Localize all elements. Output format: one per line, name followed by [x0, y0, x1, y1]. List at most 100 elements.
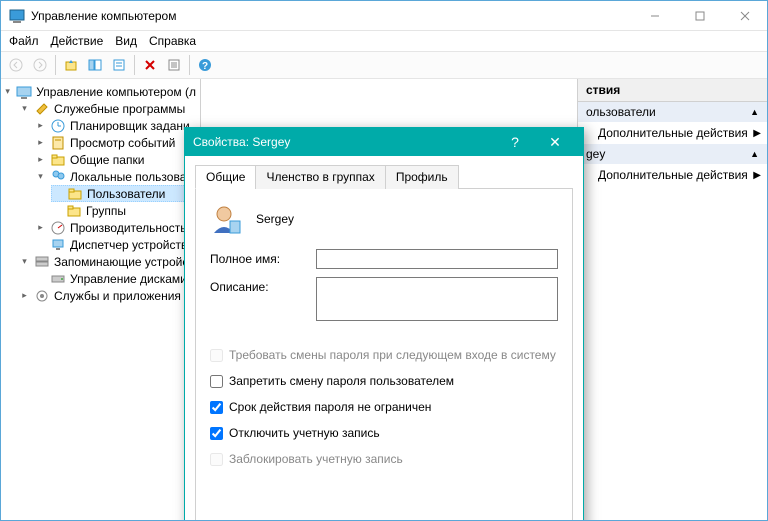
- event-icon: [50, 135, 66, 151]
- shared-folder-icon: [50, 152, 66, 168]
- disk-icon: [50, 271, 66, 287]
- tree-storage[interactable]: ▾Запоминающие устройс: [19, 253, 200, 270]
- users-icon: [50, 169, 66, 185]
- dialog-help-button[interactable]: ?: [495, 128, 535, 156]
- neverexpires-checkbox[interactable]: [210, 401, 223, 414]
- properties-button[interactable]: [108, 54, 130, 76]
- maximize-button[interactable]: [677, 1, 722, 30]
- help-button[interactable]: ?: [194, 54, 216, 76]
- expand-icon[interactable]: ▸: [35, 120, 46, 131]
- actions-pane: ствия ользователи▲ Дополнительные действ…: [577, 79, 767, 520]
- description-label: Описание:: [210, 277, 310, 294]
- submenu-arrow-icon: ▶: [753, 170, 761, 181]
- tree[interactable]: ▾ Управление компьютером (л ▾ Служебные …: [1, 83, 200, 304]
- tree-eventviewer[interactable]: ▸Просмотр событий: [35, 134, 200, 151]
- collapse-triangle-icon: ▲: [750, 149, 759, 159]
- menu-view[interactable]: Вид: [115, 34, 137, 48]
- submenu-arrow-icon: ▶: [753, 128, 761, 139]
- fullname-label: Полное имя:: [210, 249, 310, 266]
- expand-icon[interactable]: ▸: [35, 137, 46, 148]
- storage-icon: [34, 254, 50, 270]
- minimize-button[interactable]: [632, 1, 677, 30]
- properties-dialog: Свойства: Sergey ? ✕ Общие Членство в гр…: [184, 127, 584, 520]
- toolbar-separator: [189, 55, 190, 75]
- tree-diskmgmt[interactable]: Управление дисками: [35, 270, 200, 287]
- up-button[interactable]: [60, 54, 82, 76]
- dialog-titlebar: Свойства: Sergey ? ✕: [185, 128, 583, 156]
- tab-content-general: Sergey Полное имя: Описание: Требовать с…: [195, 189, 573, 520]
- tree-users[interactable]: Пользователи: [51, 185, 200, 202]
- window-title: Управление компьютером: [31, 9, 632, 23]
- actions-more-1[interactable]: Дополнительные действия▶: [578, 122, 767, 144]
- mustchange-checkbox: [210, 349, 223, 362]
- description-row: Описание:: [210, 277, 558, 324]
- toolbar: ?: [1, 51, 767, 79]
- actions-header: ствия: [578, 79, 767, 102]
- check-cannotchange[interactable]: Запретить смену пароля пользователем: [210, 372, 558, 390]
- computer-mgmt-icon: [16, 84, 32, 100]
- tree-pane: ▾ Управление компьютером (л ▾ Служебные …: [1, 79, 201, 520]
- tree-groups[interactable]: Группы: [51, 202, 200, 219]
- tree-utilities[interactable]: ▾ Служебные программы: [19, 100, 200, 117]
- collapse-icon[interactable]: ▾: [19, 256, 30, 267]
- close-button[interactable]: [722, 1, 767, 30]
- username-label: Sergey: [256, 212, 294, 226]
- tree-performance[interactable]: ▸Производительность: [35, 219, 200, 236]
- collapse-triangle-icon: ▲: [750, 107, 759, 117]
- tools-icon: [34, 101, 50, 117]
- export-button[interactable]: [163, 54, 185, 76]
- check-neverexpires[interactable]: Срок действия пароля не ограничен: [210, 398, 558, 416]
- check-disabled[interactable]: Отключить учетную запись: [210, 424, 558, 442]
- actions-section-users[interactable]: ользователи▲: [578, 102, 767, 122]
- collapse-icon[interactable]: ▾: [3, 86, 12, 97]
- dialog-body: Общие Членство в группах Профиль Sergey …: [185, 156, 583, 520]
- locked-checkbox: [210, 453, 223, 466]
- delete-button[interactable]: [139, 54, 161, 76]
- collapse-icon[interactable]: ▾: [19, 103, 30, 114]
- clock-icon: [50, 118, 66, 134]
- content-area: ▾ Управление компьютером (л ▾ Служебные …: [1, 79, 767, 520]
- description-input[interactable]: [316, 277, 558, 321]
- expand-icon[interactable]: ▸: [35, 154, 46, 165]
- menu-help[interactable]: Справка: [149, 34, 196, 48]
- expand-icon[interactable]: ▸: [19, 290, 30, 301]
- tab-general[interactable]: Общие: [195, 165, 256, 189]
- device-icon: [50, 237, 66, 253]
- dialog-close-button[interactable]: ✕: [535, 128, 575, 156]
- user-icon: [210, 203, 242, 235]
- disabled-checkbox[interactable]: [210, 427, 223, 440]
- show-hide-tree-button[interactable]: [84, 54, 106, 76]
- toolbar-separator: [55, 55, 56, 75]
- tab-profile[interactable]: Профиль: [385, 165, 459, 189]
- tree-sharedfolders[interactable]: ▸Общие папки: [35, 151, 200, 168]
- menubar: Файл Действие Вид Справка: [1, 31, 767, 51]
- performance-icon: [50, 220, 66, 236]
- fullname-row: Полное имя:: [210, 249, 558, 269]
- tree-services[interactable]: ▸Службы и приложения: [19, 287, 200, 304]
- expand-icon[interactable]: ▸: [35, 222, 46, 233]
- tab-memberof[interactable]: Членство в группах: [255, 165, 385, 189]
- folder-icon: [66, 203, 82, 219]
- folder-icon: [67, 186, 83, 202]
- toolbar-separator: [134, 55, 135, 75]
- main-window: Управление компьютером Файл Действие Вид…: [0, 0, 768, 521]
- services-icon: [34, 288, 50, 304]
- tree-scheduler[interactable]: ▸Планировщик задани: [35, 117, 200, 134]
- nav-forward-button: [29, 54, 51, 76]
- collapse-icon[interactable]: ▾: [35, 171, 46, 182]
- tree-devicemgr[interactable]: Диспетчер устройств: [35, 236, 200, 253]
- tree-root[interactable]: ▾ Управление компьютером (л: [3, 83, 200, 100]
- fullname-input[interactable]: [316, 249, 558, 269]
- menu-action[interactable]: Действие: [51, 34, 104, 48]
- actions-more-2[interactable]: Дополнительные действия▶: [578, 164, 767, 186]
- titlebar: Управление компьютером: [1, 1, 767, 31]
- svg-text:?: ?: [202, 61, 208, 72]
- user-header: Sergey: [210, 203, 558, 235]
- menu-file[interactable]: Файл: [9, 34, 39, 48]
- dialog-title: Свойства: Sergey: [193, 135, 495, 149]
- cannotchange-checkbox[interactable]: [210, 375, 223, 388]
- actions-section-sergey[interactable]: gey▲: [578, 144, 767, 164]
- tree-localusers[interactable]: ▾Локальные пользоват: [35, 168, 200, 185]
- check-mustchange: Требовать смены пароля при следующем вхо…: [210, 346, 558, 364]
- tabstrip: Общие Членство в группах Профиль: [195, 164, 573, 189]
